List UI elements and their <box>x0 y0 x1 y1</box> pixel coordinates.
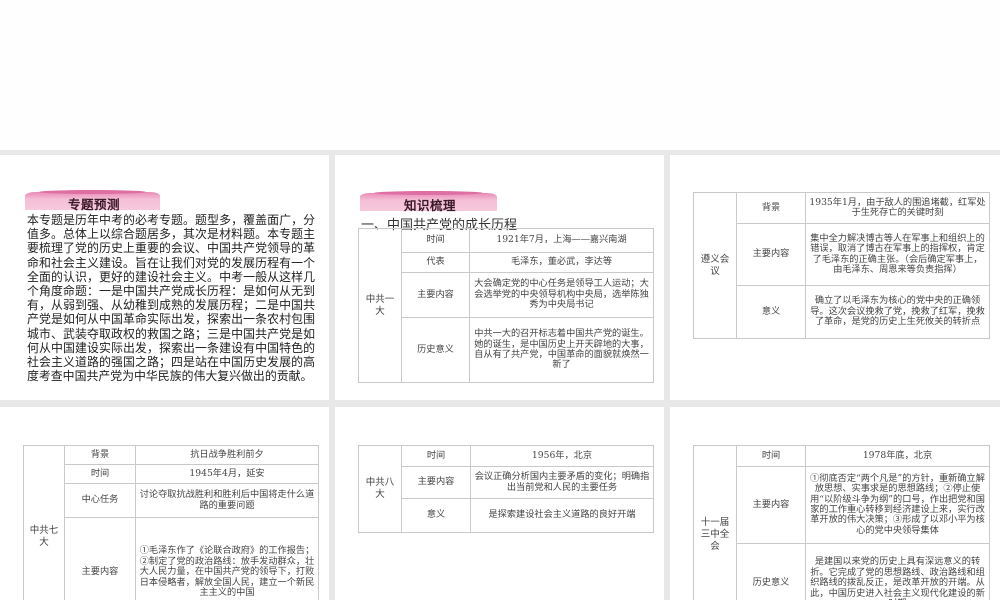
row-content-cell: 1921年7月，上海——嘉兴南湖 <box>469 228 654 253</box>
table-row: 十一届三中全会 时间 1978年底，北京 <box>693 445 990 600</box>
table-row: 意义 确立了以毛泽东为核心的党中央的正确领导。这次会议挽救了党，挽救了红军，挽救了… <box>694 285 990 339</box>
row-content-cell: 是建国以来党的历史上具有深远意义的转折。它完成了党的思想路线、政治路线和组织路线… <box>805 543 990 600</box>
row-label-cell: 意义 <box>401 498 471 533</box>
event-name-cell: 十一届三中全会 <box>693 445 737 600</box>
event-name-cell: 中共七大 <box>23 445 65 600</box>
row-label-cell: 主要内容 <box>736 223 806 286</box>
slide-6[interactable]: 十一届三中全会 时间 1978年底，北京 主要内容 ①彻底否定“两个凡是”的方针，重新确… <box>670 407 1000 600</box>
row-content-cell: ①毛泽东作了《论联合政府》的工作报告；②制定了党的政治路线：放手发动群众，壮大人… <box>135 517 319 600</box>
row-content-cell: 确立了以毛泽东为核心的党中央的正确领导。这次会议挽救了党，挽救了红军，挽救了革命… <box>805 285 990 339</box>
row-label-cell: 历史意义 <box>736 543 806 600</box>
table-row: 中共七大 背景 抗日战争胜利前夕 <box>23 445 319 600</box>
event-name-cell: 中共一大 <box>358 228 402 383</box>
row-content-cell: 1956年，北京 <box>470 445 654 467</box>
row-content-cell: ①彻底否定“两个凡是”的方针，重新确立解放思想、实事求是的思想路线；②停止使用“… <box>805 466 990 544</box>
table-row: 代表 毛泽东，董必武，李达等 <box>359 252 654 273</box>
event-table: 遵义会议 背景 1935年1月，由于敌人的围追堵截，红军处于生死存亡的关键时刻 主要内… <box>693 192 990 339</box>
table-row: 主要内容 集中全力解决博古等人在军事上和组织上的错误，取消了博古在军事上的指挥权，… <box>694 223 990 286</box>
table-row: 主要内容 ①毛泽东作了《论联合政府》的工作报告；②制定了党的政治路线：放手发动群众… <box>24 517 319 600</box>
row-content-cell: 是探索建设社会主义道路的良好开端 <box>470 498 654 533</box>
row-content-cell: 毛泽东，董必武，李达等 <box>469 252 654 273</box>
event-name-cell: 遵义会议 <box>693 192 737 339</box>
row-label-cell: 时间 <box>64 464 136 484</box>
intro-paragraph: 本专题是历年中考的必考专题。题型多，覆盖面广，分值多。总体上以综合题居多，其次是… <box>27 213 315 384</box>
table-row: 时间 1945年4月，延安 <box>24 464 319 484</box>
event-table: 十一届三中全会 时间 1978年底，北京 主要内容 ①彻底否定“两个凡是”的方针，重新确… <box>693 445 990 600</box>
slide-3[interactable]: 遵义会议 背景 1935年1月，由于敌人的围追堵截，红军处于生死存亡的关键时刻 主要内… <box>670 155 1000 400</box>
row-content-cell: 1935年1月，由于敌人的围追堵截，红军处于生死存亡的关键时刻 <box>805 192 990 224</box>
table-row: 遵义会议 背景 1935年1月，由于敌人的围追堵截，红军处于生死存亡的关键时刻 <box>693 192 990 339</box>
row-label-cell: 背景 <box>64 445 136 465</box>
row-content-cell: 1978年底，北京 <box>805 445 990 467</box>
row-content-cell: 大会确定党的中心任务是领导工人运动；大会选举党的中央领导机构中央局，选举陈独秀为… <box>469 272 654 318</box>
table-row: 中共一大 时间 1921年7月，上海——嘉兴南湖 <box>358 228 654 383</box>
row-label-cell: 历史意义 <box>401 317 470 383</box>
blank-area <box>0 0 1000 150</box>
slide-2[interactable]: 知识梳理 一、中国共产党的成长历程 中共一大 时间 1921年7月，上海——嘉兴南湖… <box>335 155 664 400</box>
row-label-cell: 代表 <box>401 252 470 273</box>
banner-title: 专题预测 <box>68 197 121 212</box>
row-content-cell: 抗日战争胜利前夕 <box>135 445 319 465</box>
section-banner: 知识梳理 <box>360 191 497 213</box>
table-row: 历史意义 中共一大的召开标志着中国共产党的诞生。她的诞生，是中国历史上开天辟地的大… <box>359 317 654 383</box>
row-label-cell: 时间 <box>401 228 470 253</box>
banner-title: 知识梳理 <box>404 198 457 213</box>
row-content-cell: 1945年4月，延安 <box>135 464 319 484</box>
table-row: 意义 是探索建设社会主义道路的良好开端 <box>359 498 654 533</box>
row-label-cell: 背景 <box>736 192 806 224</box>
row-label-cell: 主要内容 <box>64 517 136 600</box>
event-table: 中共八大 时间 1956年，北京 主要内容 会议正确分析国内主要矛盾的变化；明确指出当前… <box>358 445 654 533</box>
table-row: 历史意义 是建国以来党的历史上具有深远意义的转折。它完成了党的思想路线、政治路线和… <box>694 543 990 600</box>
row-content-cell: 讨论夺取抗战胜利和胜利后中国将走什么道路的重要问题 <box>135 483 319 518</box>
row-label-cell: 中心任务 <box>64 483 136 518</box>
row-content-cell: 会议正确分析国内主要矛盾的变化；明确指出当前党和人民的主要任务 <box>470 466 654 499</box>
row-label-cell: 主要内容 <box>401 466 471 499</box>
table-row: 中共八大 时间 1956年，北京 <box>358 445 654 533</box>
event-name-cell: 中共八大 <box>358 445 402 533</box>
table-row: 主要内容 ①彻底否定“两个凡是”的方针，重新确立解放思想、实事求是的思想路线；②停… <box>694 466 990 544</box>
table-row: 中心任务 讨论夺取抗战胜利和胜利后中国将走什么道路的重要问题 <box>24 483 319 518</box>
row-content-cell: 集中全力解决博古等人在军事上和组织上的错误，取消了博古在军事上的指挥权，肯定了毛… <box>805 223 990 286</box>
event-table: 中共七大 背景 抗日战争胜利前夕 时间 1945年4月，延安 中心任务 讨论夺取抗战胜利和胜… <box>23 445 319 600</box>
section-banner: 专题预测 <box>25 190 160 212</box>
row-label-cell: 意义 <box>736 285 806 339</box>
table-row: 主要内容 会议正确分析国内主要矛盾的变化；明确指出当前党和人民的主要任务 <box>359 466 654 499</box>
row-label-cell: 时间 <box>736 445 806 467</box>
event-table: 中共一大 时间 1921年7月，上海——嘉兴南湖 代表 毛泽东，董必武，李达等 主要内容大… <box>358 228 654 383</box>
row-content-cell: 中共一大的召开标志着中国共产党的诞生。她的诞生，是中国历史上开天辟地的大事，自从… <box>469 317 654 383</box>
slide-5[interactable]: 中共八大 时间 1956年，北京 主要内容 会议正确分析国内主要矛盾的变化；明确指出当前… <box>335 407 664 600</box>
row-label-cell: 主要内容 <box>736 466 806 544</box>
row-label-cell: 时间 <box>401 445 471 467</box>
slide-4[interactable]: 中共七大 背景 抗日战争胜利前夕 时间 1945年4月，延安 中心任务 讨论夺取抗战胜利和胜… <box>0 407 329 600</box>
table-row: 主要内容 大会确定党的中心任务是领导工人运动；大会选举党的中央领导机构中央局，选举… <box>359 272 654 318</box>
row-label-cell: 主要内容 <box>401 272 470 318</box>
slide-1[interactable]: 专题预测 本专题是历年中考的必考专题。题型多，覆盖面广，分值多。总体上以综合题居… <box>0 155 329 400</box>
